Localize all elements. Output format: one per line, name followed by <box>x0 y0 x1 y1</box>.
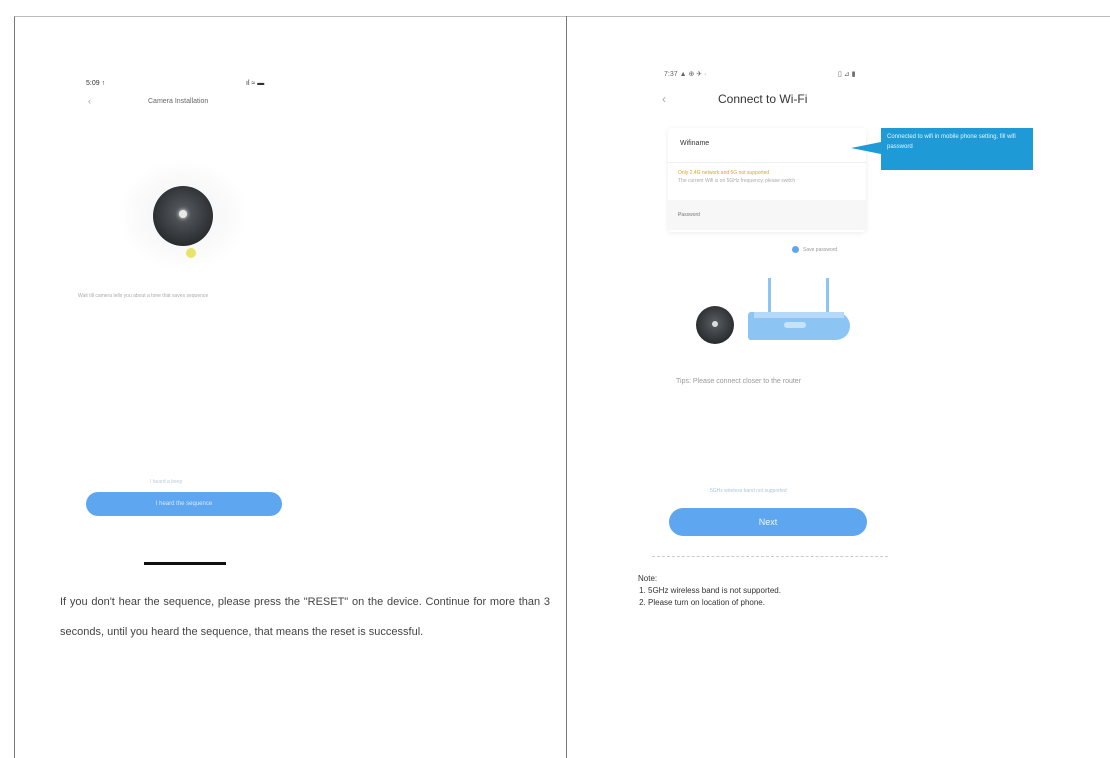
router-top <box>754 312 844 318</box>
tip-text: Tips: Please connect closer to the route… <box>676 378 802 385</box>
notes-section: Note: 5GHz wireless band is not supporte… <box>638 573 781 609</box>
router-light <box>784 322 806 328</box>
warning-text: Only 2.4G network and 5G not supported <box>678 170 770 176</box>
back-icon[interactable]: ‹ <box>662 92 666 106</box>
save-password-label: Save password <box>803 246 838 253</box>
callout-box: Connected to wifi in mobile phone settin… <box>851 128 1033 170</box>
hint-text: Wait till camera tells you about a tone … <box>78 293 209 299</box>
camera-image <box>153 186 213 246</box>
status-time: 5:09 ↑ <box>86 80 106 87</box>
status-left: 7:37 ▲ ⊕ ✈ · <box>664 71 707 78</box>
screen-title: Connect to Wi-Fi <box>718 92 808 106</box>
ssid-field[interactable]: Wifiname <box>668 128 866 163</box>
eye-icon[interactable]: ◌ <box>678 212 852 218</box>
camera-led-icon <box>186 248 196 258</box>
checkbox-icon <box>792 246 799 253</box>
status-right: ▯ ⊿ ▮ <box>838 71 856 78</box>
camera-image <box>696 306 734 344</box>
heard-beep-link[interactable]: I heard a beep <box>150 479 182 485</box>
status-icons: ıl ≈ ▬ <box>246 80 265 87</box>
notes-heading: Note: <box>638 574 658 583</box>
5ghz-link[interactable]: 5GHz wireless band not supported <box>710 488 787 494</box>
note-item: 5GHz wireless band is not supported. <box>648 585 781 597</box>
heard-sequence-button[interactable]: I heard the sequence <box>86 492 282 516</box>
screen-title: Camera Installation <box>148 98 209 105</box>
home-indicator <box>144 562 226 565</box>
warning-subtext: The current Wifi is on 5GHz frequency, p… <box>678 178 796 184</box>
page-divider <box>566 16 567 758</box>
router-antenna-left <box>768 278 771 314</box>
wifi-form-card: Wifiname Only 2.4G network and 5G not su… <box>668 128 866 232</box>
ssid-value: Wifiname <box>680 140 710 147</box>
save-password-toggle[interactable]: Save password <box>792 246 837 253</box>
note-item: Please turn on location of phone. <box>648 597 781 609</box>
next-button[interactable]: Next <box>669 508 867 536</box>
reset-instructions: If you don't hear the sequence, please p… <box>60 596 550 638</box>
divider-dashes <box>652 556 888 558</box>
password-field[interactable]: Password ◌ <box>668 200 866 230</box>
router-antenna-right <box>826 278 829 314</box>
back-icon[interactable]: ‹ <box>88 96 91 106</box>
